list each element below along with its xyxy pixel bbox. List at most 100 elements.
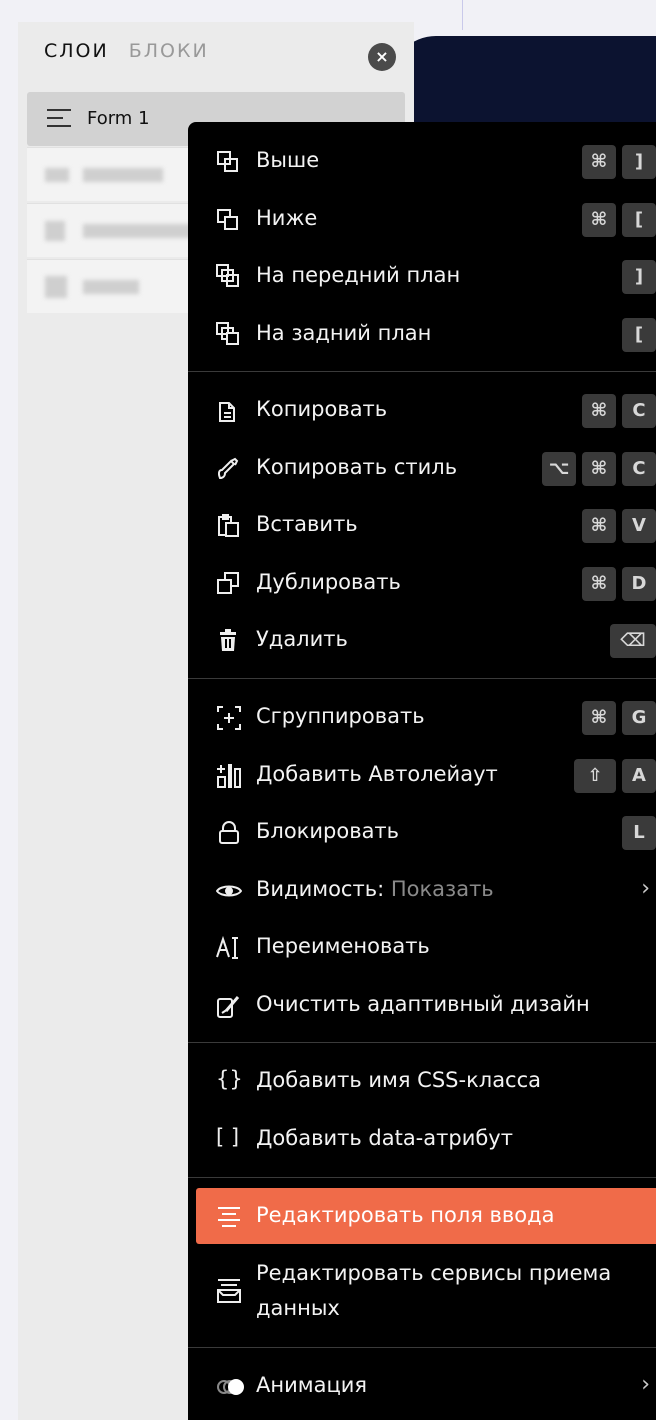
menu-item-label: На передний план — [256, 263, 461, 287]
menu-item-bring-to-front[interactable]: На передний план ] — [188, 250, 656, 302]
shortcut-key: ⌘ — [582, 509, 616, 543]
menu-item-label-line2: данных — [256, 1296, 340, 1320]
menu-item-label: Добавить имя CSS-класса — [256, 1068, 542, 1092]
shortcut-key: ] — [622, 260, 656, 294]
menu-item-label: Блокировать — [256, 819, 400, 843]
shortcut-key: ⌘ — [582, 452, 616, 486]
menu-item-visibility[interactable]: Видимость: Показать › — [188, 864, 656, 916]
menu-separator — [188, 371, 656, 372]
menu-item-label: Видимость: Показать — [256, 877, 494, 901]
send-to-back-icon — [216, 322, 242, 348]
tab-layers[interactable]: СЛОИ — [44, 40, 109, 62]
shortcut-key: ] — [622, 145, 656, 179]
menu-item-label: Удалить — [256, 627, 348, 651]
context-menu: Выше ⌘] Ниже ⌘[ На передний план ] На за… — [188, 122, 656, 1420]
input-fields-icon — [216, 1204, 242, 1230]
group-icon — [216, 705, 242, 731]
close-panel-button[interactable]: × — [368, 43, 396, 71]
panel-tabs: СЛОИ БЛОКИ — [44, 40, 209, 62]
menu-item-label: Копировать — [256, 397, 388, 421]
visibility-value: Показать — [390, 877, 494, 901]
menu-item-label: Ниже — [256, 206, 318, 230]
menu-item-lock[interactable]: Блокировать L — [188, 806, 656, 858]
bring-to-front-icon — [216, 264, 242, 290]
rename-icon — [216, 935, 242, 961]
copy-style-icon — [216, 456, 242, 482]
menu-item-autolayout[interactable]: Добавить Автолейаут ⇧ A — [188, 749, 656, 801]
shortcut-key: ⌫ — [610, 624, 656, 658]
menu-item-label: Анимация — [256, 1373, 368, 1397]
shortcut-key: ⌘ — [582, 203, 616, 237]
menu-item-label: Очистить адаптивный дизайн — [256, 992, 590, 1016]
menu-item-edit-input-fields[interactable]: Редактировать поля ввода — [188, 1190, 656, 1242]
menu-item-label: Копировать стиль — [256, 455, 458, 479]
shortcut-key: C — [622, 452, 656, 486]
menu-item-edit-data-services[interactable]: Редактировать сервисы приема данных — [188, 1248, 656, 1328]
paste-icon — [216, 513, 242, 539]
menu-item-delete[interactable]: Удалить ⌫ — [188, 614, 656, 666]
menu-item-label: Добавить Автолейаут — [256, 762, 498, 786]
shortcut-key: C — [622, 394, 656, 428]
layer-item-blurred-3[interactable] — [27, 259, 197, 313]
duplicate-icon — [216, 571, 242, 597]
menu-item-data-attribute[interactable]: [ ] Добавить data-атрибут — [188, 1113, 656, 1165]
shortcut-key: D — [622, 567, 656, 601]
shortcut-key: ⌘ — [582, 567, 616, 601]
trash-icon — [216, 628, 242, 654]
menu-item-animation[interactable]: Анимация › — [188, 1360, 656, 1412]
send-backward-icon — [216, 207, 242, 233]
shortcut-key: ⌘ — [582, 145, 616, 179]
menu-item-label: Редактировать поля ввода — [256, 1203, 555, 1227]
menu-item-label: На задний план — [256, 321, 432, 345]
menu-item-copy[interactable]: Копировать ⌘ C — [188, 384, 656, 436]
shortcut-key: ⌘ — [582, 394, 616, 428]
data-attribute-icon: [ ] — [216, 1125, 240, 1149]
eye-icon — [215, 878, 243, 904]
shortcut-key: ⇧ — [574, 759, 616, 793]
data-services-icon — [216, 1278, 242, 1304]
menu-item-label: Добавить data-атрибут — [256, 1126, 513, 1150]
menu-separator — [188, 1042, 656, 1043]
menu-item-send-backward[interactable]: Ниже ⌘[ — [188, 193, 656, 245]
menu-item-bring-forward[interactable]: Выше ⌘] — [188, 135, 656, 187]
menu-item-group[interactable]: Сгруппировать ⌘ G — [188, 691, 656, 743]
menu-item-send-to-back[interactable]: На задний план [ — [188, 308, 656, 360]
menu-separator — [188, 678, 656, 679]
layer-item-blurred-1[interactable] — [27, 147, 197, 201]
copy-icon — [216, 398, 242, 424]
lock-icon — [216, 820, 242, 846]
shortcut-key: V — [622, 509, 656, 543]
shortcut-key: [ — [622, 203, 656, 237]
tab-blocks[interactable]: БЛОКИ — [129, 40, 209, 62]
menu-separator — [188, 1347, 656, 1348]
shortcut-key: ⌘ — [582, 701, 616, 735]
shortcut-key: A — [622, 759, 656, 793]
animation-icon — [216, 1374, 244, 1400]
menu-item-clear-adaptive[interactable]: Очистить адаптивный дизайн — [188, 979, 656, 1031]
shortcut-key: [ — [622, 318, 656, 352]
menu-item-label: Выше — [256, 148, 320, 172]
shortcut-key: G — [622, 701, 656, 735]
layer-item-blurred-2[interactable] — [27, 203, 197, 257]
visibility-label: Видимость: — [256, 877, 385, 901]
chevron-right-icon: › — [641, 1372, 650, 1397]
menu-item-label: Вставить — [256, 512, 358, 536]
menu-item-label: Сгруппировать — [256, 704, 425, 728]
bring-forward-icon — [216, 149, 242, 175]
menu-item-paste[interactable]: Вставить ⌘ V — [188, 499, 656, 551]
canvas-guide-line — [462, 0, 463, 30]
menu-item-label: Переименовать — [256, 934, 430, 958]
menu-item-label: Редактировать сервисы приема — [256, 1261, 612, 1285]
form-layer-icon — [47, 109, 71, 129]
menu-separator — [188, 1177, 656, 1178]
css-class-icon: {} — [216, 1067, 243, 1091]
autolayout-icon — [216, 763, 242, 789]
shortcut-key: ⌥ — [542, 452, 576, 486]
menu-item-label: Дублировать — [256, 570, 401, 594]
menu-item-copy-style[interactable]: Копировать стиль ⌥ ⌘ C — [188, 442, 656, 494]
chevron-right-icon: › — [641, 876, 650, 901]
menu-item-css-class[interactable]: {} Добавить имя CSS-класса — [188, 1055, 656, 1107]
layer-label: Form 1 — [87, 108, 150, 129]
menu-item-duplicate[interactable]: Дублировать ⌘ D — [188, 557, 656, 609]
menu-item-rename[interactable]: Переименовать — [188, 921, 656, 973]
